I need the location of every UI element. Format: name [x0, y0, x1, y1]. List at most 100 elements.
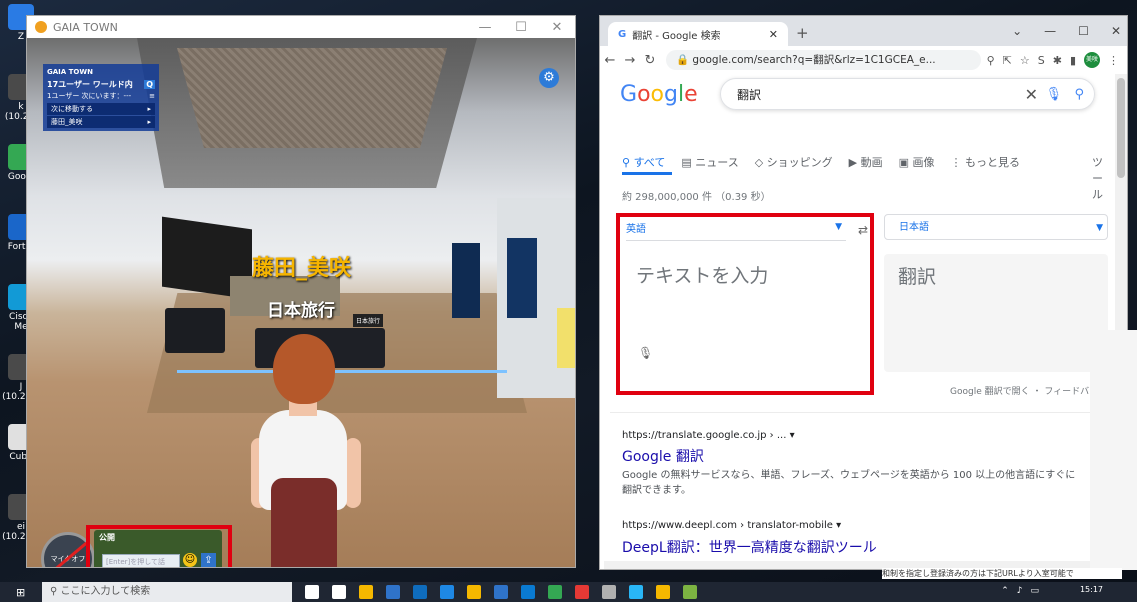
scrollbar-thumb[interactable]	[1117, 78, 1125, 178]
profile-avatar[interactable]: 美咲	[1084, 52, 1100, 68]
taskbar-app-icon[interactable]	[413, 585, 427, 599]
user-item-label: 藤田_美咲	[51, 118, 83, 126]
sidepanel-icon[interactable]: ▮	[1070, 54, 1076, 67]
swap-languages-icon[interactable]: ⇄	[858, 223, 868, 237]
clock[interactable]: 15:17	[1080, 585, 1103, 594]
settings-gear-icon[interactable]: ⚙	[539, 68, 559, 88]
taskbar: ⊞ ⚲ ここに入力して検索 ⌃♪▭ 15:17	[0, 582, 1137, 602]
wall-poster	[507, 238, 537, 318]
game-scene[interactable]: 藤田_美咲 日本旅行 日本旅行 GAIA TOWN 17ユーザー ワールド内 Q…	[27, 38, 575, 567]
taskbar-app-icon[interactable]	[467, 585, 481, 599]
google-logo[interactable]: Google	[620, 82, 698, 107]
tab-all[interactable]: ⚲ すべて	[622, 154, 665, 170]
user-list-item[interactable]: 藤田_美咲 ▸	[47, 116, 155, 128]
translate-input[interactable]: テキストを入力	[636, 261, 768, 288]
result-url[interactable]: https://translate.google.co.jp › ... ▾	[622, 430, 795, 441]
gaia-logo-icon	[35, 21, 47, 33]
wall-poster	[452, 243, 480, 318]
send-button[interactable]: ⇪	[201, 553, 216, 567]
source-language-select[interactable]: 英語 ▼	[626, 220, 846, 241]
taskbar-app-icon[interactable]	[440, 585, 454, 599]
move-next-label: 次に移動する	[51, 105, 93, 113]
close-button[interactable]: ✕	[539, 20, 575, 35]
taskbar-app-icon[interactable]	[386, 585, 400, 599]
taskbar-app-icon[interactable]	[602, 585, 616, 599]
minimize-button[interactable]: —	[467, 20, 503, 35]
result-url[interactable]: https://www.deepl.com › translator-mobil…	[622, 520, 841, 531]
hud-app-name: GAIA TOWN	[47, 68, 93, 76]
target-language-select[interactable]: 日本語 ▼	[884, 214, 1108, 240]
reload-icon[interactable]: ↻	[640, 53, 660, 68]
puzzle-icon[interactable]: ✱	[1053, 54, 1062, 67]
browser-tab[interactable]: G 翻訳 - Google 検索 ✕	[608, 22, 788, 46]
move-next-button[interactable]: 次に移動する ▸	[47, 103, 155, 115]
tab-videos[interactable]: ▶ 動画	[849, 154, 883, 170]
share-icon[interactable]: ⇱	[1003, 54, 1012, 67]
forward-icon[interactable]: →	[620, 53, 640, 68]
back-icon[interactable]: ←	[600, 53, 620, 68]
maximize-button[interactable]: ☐	[1078, 24, 1089, 38]
search-input[interactable]: 翻訳 ✕ 🎙 ⚲	[720, 78, 1095, 110]
source-language-label: 英語	[626, 224, 646, 235]
taskbar-search-placeholder: ここに入力して検索	[60, 586, 151, 597]
taskbar-app-icon[interactable]	[575, 585, 589, 599]
chrome-window: G 翻訳 - Google 検索 ✕ + ⌄ — ☐ ✕ ← → ↻ 🔒 goo…	[600, 16, 1127, 569]
translate-footer-links[interactable]: Google 翻訳で開く ・ フィードバック	[950, 384, 1107, 397]
close-button[interactable]: ✕	[1111, 24, 1121, 38]
desk-sign: 日本旅行	[353, 314, 384, 327]
result-title-link[interactable]: Google 翻訳	[622, 446, 704, 466]
filter-icon[interactable]: ≡	[149, 92, 155, 100]
system-tray-icons[interactable]: ⌃♪▭	[1001, 586, 1047, 596]
voice-search-icon[interactable]: 🎙	[1045, 79, 1062, 111]
url-text: google.com/search?q=翻訳&rlz=1C1GCEA_e...	[692, 54, 936, 66]
translate-output: 翻訳	[898, 266, 937, 288]
tab-images-label: 画像	[912, 156, 935, 169]
taskbar-app-icon[interactable]	[629, 585, 643, 599]
tab-images[interactable]: ▣ 画像	[899, 154, 935, 170]
result-title-link[interactable]: DeepL翻訳：世界一高精度な翻訳ツール	[622, 537, 877, 557]
taskbar-app-icon[interactable]	[359, 585, 373, 599]
location-icon[interactable]: ⚲	[987, 54, 995, 67]
chat-tab-public[interactable]: 公開	[99, 532, 115, 543]
taskbar-app-icon[interactable]	[305, 585, 319, 599]
google-search-row: Google 翻訳 ✕ 🎙 ⚲	[600, 76, 1127, 116]
tools-button[interactable]: ツール	[1092, 154, 1103, 202]
tab-shopping[interactable]: ◇ ショッピング	[755, 154, 833, 170]
emoji-button[interactable]: ☺	[183, 553, 197, 567]
tab-news-label: ニュース	[695, 156, 739, 169]
close-tab-icon[interactable]: ✕	[769, 28, 778, 41]
taskbar-app-icon[interactable]	[548, 585, 562, 599]
tab-search-icon[interactable]: ⌄	[1012, 24, 1022, 38]
active-tab-indicator	[622, 172, 672, 175]
google-favicon-icon: G	[618, 28, 627, 40]
search-icon[interactable]: Q	[144, 79, 155, 89]
bookmark-star-icon[interactable]: ☆	[1020, 54, 1030, 67]
hud-users: 17ユーザー ワールド内	[47, 79, 133, 89]
new-tab-button[interactable]: +	[796, 24, 809, 42]
taskbar-app-icon[interactable]	[683, 585, 697, 599]
search-icon[interactable]: ⚲	[1074, 79, 1084, 111]
search-tabs: ⚲ すべて ▤ ニュース ◇ ショッピング ▶ 動画 ▣ 画像 ⋮ もっと見る …	[622, 154, 1103, 201]
tab-more[interactable]: ⋮ もっと見る	[951, 154, 1021, 170]
chat-input[interactable]: [Enter]を押して話	[102, 554, 180, 567]
url-bar[interactable]: 🔒 google.com/search?q=翻訳&rlz=1C1GCEA_e..…	[666, 50, 981, 70]
minimize-button[interactable]: —	[1044, 24, 1056, 38]
tab-news[interactable]: ▤ ニュース	[681, 154, 738, 170]
chevron-right-icon: ▸	[147, 105, 151, 113]
taskbar-app-icon[interactable]	[656, 585, 670, 599]
translate-mic-icon[interactable]: 🎙	[638, 346, 653, 360]
notification-text: 和制を指定し登録済みの方は下記URLより入室可能で	[882, 568, 1122, 579]
taskbar-app-icon[interactable]	[521, 585, 535, 599]
world-hud: GAIA TOWN 17ユーザー ワールド内 Q 1ユーザー 次にいます：---…	[43, 64, 159, 131]
maximize-button[interactable]: ☐	[503, 20, 539, 35]
tab-more-label: もっと見る	[965, 156, 1021, 169]
taskbar-app-icon[interactable]	[332, 585, 346, 599]
extension-icon[interactable]: S	[1038, 54, 1045, 67]
avatar-speech-label: 日本旅行	[267, 301, 335, 321]
avatar-arm	[345, 438, 361, 508]
taskbar-app-icon[interactable]	[494, 585, 508, 599]
taskbar-search[interactable]: ⚲ ここに入力して検索	[42, 582, 292, 602]
windows-start-icon[interactable]: ⊞	[16, 586, 25, 599]
menu-icon[interactable]: ⋮	[1108, 54, 1119, 67]
clear-icon[interactable]: ✕	[1025, 79, 1038, 111]
